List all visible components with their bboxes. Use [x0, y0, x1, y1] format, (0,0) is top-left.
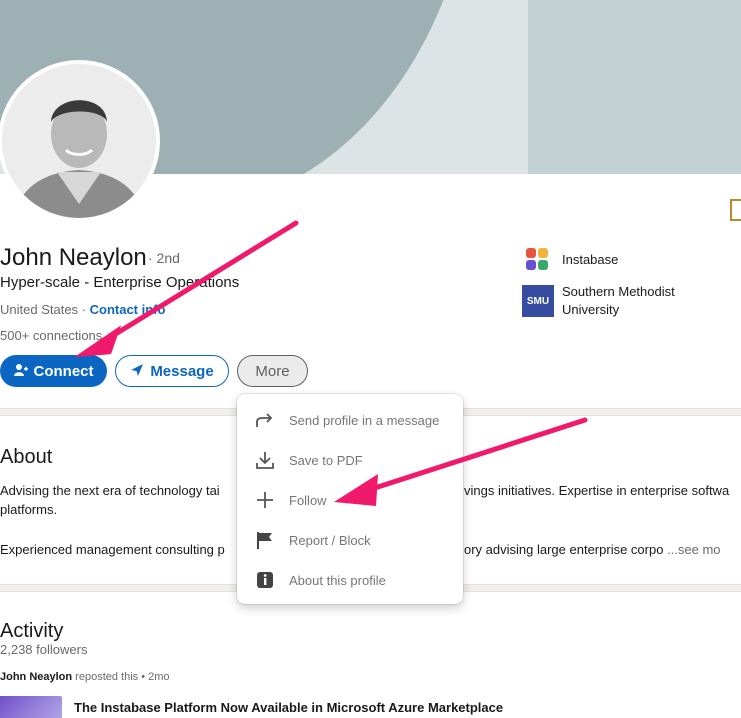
repost-meta: John Neaylon reposted this • 2mo	[0, 671, 170, 683]
menu-item-save-pdf[interactable]: Save to PDF	[237, 440, 463, 480]
profile-avatar[interactable]	[0, 60, 160, 222]
menu-item-label: Send profile in a message	[289, 412, 440, 428]
instabase-logo-icon	[526, 248, 548, 270]
message-label: Message	[150, 362, 214, 380]
about-line-3-right: ory advising large enterprise corpo ...s…	[464, 540, 721, 560]
smu-logo-icon: SMU	[522, 285, 554, 317]
profile-location-line: United States · Contact info	[0, 302, 165, 317]
about-line-1: Advising the next era of technology tai	[0, 483, 220, 498]
about-line-1-right: vings initiatives. Expertise in enterpri…	[464, 483, 730, 498]
org-smu[interactable]: SMU Southern Methodist University	[522, 283, 675, 319]
profile-headline: Hyper-scale - Enterprise Operations	[0, 274, 240, 291]
about-heading: About	[0, 446, 53, 468]
activity-heading: Activity	[0, 620, 64, 642]
connections-count[interactable]: 500+ connections	[0, 328, 102, 343]
see-more-link[interactable]: ...see mo	[667, 542, 720, 557]
more-button[interactable]: More	[237, 355, 308, 387]
menu-item-report-block[interactable]: Report / Block	[237, 520, 463, 560]
add-person-icon	[13, 363, 28, 380]
menu-item-about-profile[interactable]: About this profile	[237, 560, 463, 600]
menu-item-label: Report / Block	[289, 532, 371, 548]
more-label: More	[255, 362, 290, 380]
connect-label: Connect	[33, 362, 94, 380]
menu-item-label: About this profile	[289, 572, 386, 588]
about-line-3-right-text: ory advising large enterprise corpo	[464, 542, 664, 557]
org-name: Instabase	[562, 251, 619, 267]
send-icon	[130, 363, 144, 380]
post-title[interactable]: The Instabase Platform Now Available in …	[74, 700, 503, 715]
followers-count: 2,238 followers	[0, 642, 88, 657]
bookmark-icon[interactable]	[730, 199, 741, 221]
plus-icon	[255, 490, 275, 510]
share-arrow-icon	[255, 410, 275, 430]
flag-icon	[255, 530, 275, 550]
profile-name: John Neaylon	[0, 244, 147, 271]
menu-item-label: Follow	[289, 492, 327, 508]
org-name-line1: Southern Methodist	[562, 284, 675, 299]
info-icon	[255, 570, 275, 590]
connect-button[interactable]: Connect	[0, 355, 107, 387]
message-button[interactable]: Message	[115, 355, 229, 387]
location-separator: ·	[78, 302, 90, 317]
download-icon	[255, 450, 275, 470]
about-line-2: platforms.	[0, 502, 58, 517]
more-dropdown-menu: Send profile in a message Save to PDF Fo…	[237, 394, 463, 604]
repost-author[interactable]: John Neaylon	[0, 671, 72, 683]
profile-location: United States	[0, 302, 79, 317]
connection-degree: · 2nd	[148, 250, 180, 266]
org-instabase[interactable]: Instabase	[526, 248, 618, 270]
repost-text: reposted this • 2mo	[72, 671, 170, 683]
menu-item-send-profile[interactable]: Send profile in a message	[237, 400, 463, 440]
org-name-line2: University	[562, 302, 620, 317]
post-thumbnail[interactable]	[0, 696, 62, 718]
banner-panel	[528, 0, 741, 174]
contact-info-link[interactable]: Contact info	[90, 302, 166, 317]
about-line-3: Experienced management consulting p	[0, 542, 225, 557]
menu-item-follow[interactable]: Follow	[237, 480, 463, 520]
avatar-photo-icon	[2, 64, 156, 218]
menu-item-label: Save to PDF	[289, 452, 363, 468]
